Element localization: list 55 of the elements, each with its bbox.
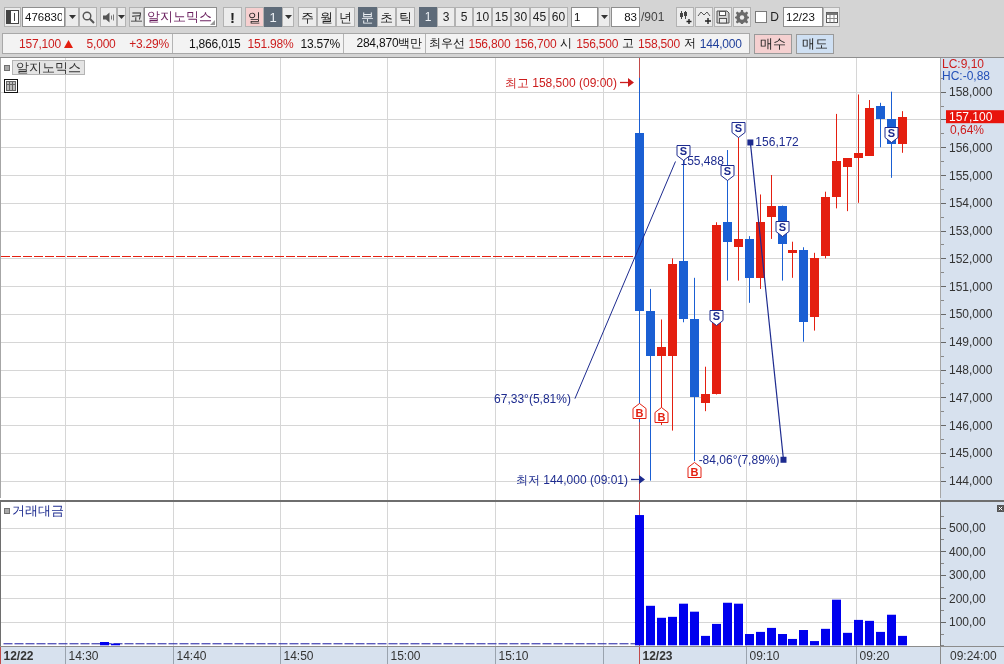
price-axis-label: 150,000 bbox=[949, 307, 993, 322]
price-axis-label: 145,000 bbox=[949, 446, 993, 461]
time-axis-label: 09:20 bbox=[859, 648, 890, 663]
quote-value: 144,000 bbox=[699, 36, 742, 51]
date-axis-label: 12/23 bbox=[642, 648, 673, 663]
price-axis-label: 158,000 bbox=[949, 85, 993, 100]
date-axis-label: 12/22 bbox=[3, 648, 34, 663]
quote-value: 284,870백만 bbox=[356, 35, 422, 52]
price-axis-label: 154,000 bbox=[949, 196, 993, 211]
quote-value: 156,500 bbox=[576, 36, 619, 51]
volume-axis-label: 200,00 bbox=[949, 591, 986, 606]
quote-label: 최우선 bbox=[429, 35, 465, 52]
quote-value: 158,500 bbox=[638, 36, 680, 51]
quote-value: +3.29% bbox=[129, 36, 169, 51]
price-axis-label: 153,000 bbox=[949, 224, 993, 239]
quote-label: 저 bbox=[683, 35, 696, 52]
quote-value: 156,700 bbox=[514, 36, 557, 51]
volume-axis-label: 100,00 bbox=[949, 615, 986, 630]
quote-value: 157,100 bbox=[19, 36, 61, 51]
quote-value: 5,000 bbox=[86, 36, 116, 51]
quote-value: 1,866,015 bbox=[189, 36, 241, 51]
volume-axis-label: 300,00 bbox=[949, 568, 986, 583]
quote-value: 151.98% bbox=[247, 36, 294, 51]
price-axis-label: 147,000 bbox=[949, 390, 993, 405]
volume-axis-label: 400,00 bbox=[949, 544, 986, 559]
time-axis-label: 09:10 bbox=[749, 648, 780, 663]
time-axis-label: 14:40 bbox=[176, 648, 207, 663]
indicator-value: HC:-0,88 bbox=[942, 69, 991, 83]
price-axis-label: 149,000 bbox=[949, 335, 993, 350]
price-axis-label: 152,000 bbox=[949, 251, 993, 266]
series-legend: 알지노믹스 bbox=[12, 60, 85, 75]
time-axis-label: 15:00 bbox=[390, 648, 421, 663]
quote-label: 시 bbox=[560, 35, 573, 52]
time-axis-label: 14:50 bbox=[283, 648, 314, 663]
price-axis-label: 146,000 bbox=[949, 418, 993, 433]
indicator-value: LC:9,10 bbox=[942, 58, 985, 71]
bar-count-total: /901 bbox=[641, 10, 665, 24]
price-axis-label: 155,000 bbox=[949, 168, 993, 183]
time-axis-label: 15:10 bbox=[498, 648, 529, 663]
price-axis-label: 156,000 bbox=[949, 140, 993, 155]
time-readout: 09:24:00 bbox=[950, 648, 997, 663]
price-axis-label: 144,000 bbox=[949, 474, 993, 489]
day-count-value: 1 bbox=[264, 7, 282, 27]
quote-label: 고 bbox=[622, 35, 634, 52]
volume-axis-label: 500,00 bbox=[949, 521, 986, 536]
market-label: 코 bbox=[129, 7, 144, 27]
current-price-tag: 157,100 bbox=[946, 110, 1004, 125]
quote-value: 13.57% bbox=[300, 36, 340, 51]
checkbox-label: D bbox=[770, 10, 780, 24]
price-change-label: 0,64% bbox=[950, 122, 985, 137]
price-axis-label: 148,000 bbox=[949, 363, 993, 377]
series-legend: 거래대금 bbox=[12, 502, 64, 520]
time-axis-label: 14:30 bbox=[68, 648, 99, 663]
quote-value: 156,800 bbox=[468, 36, 511, 51]
price-axis-label: 151,000 bbox=[949, 279, 993, 294]
